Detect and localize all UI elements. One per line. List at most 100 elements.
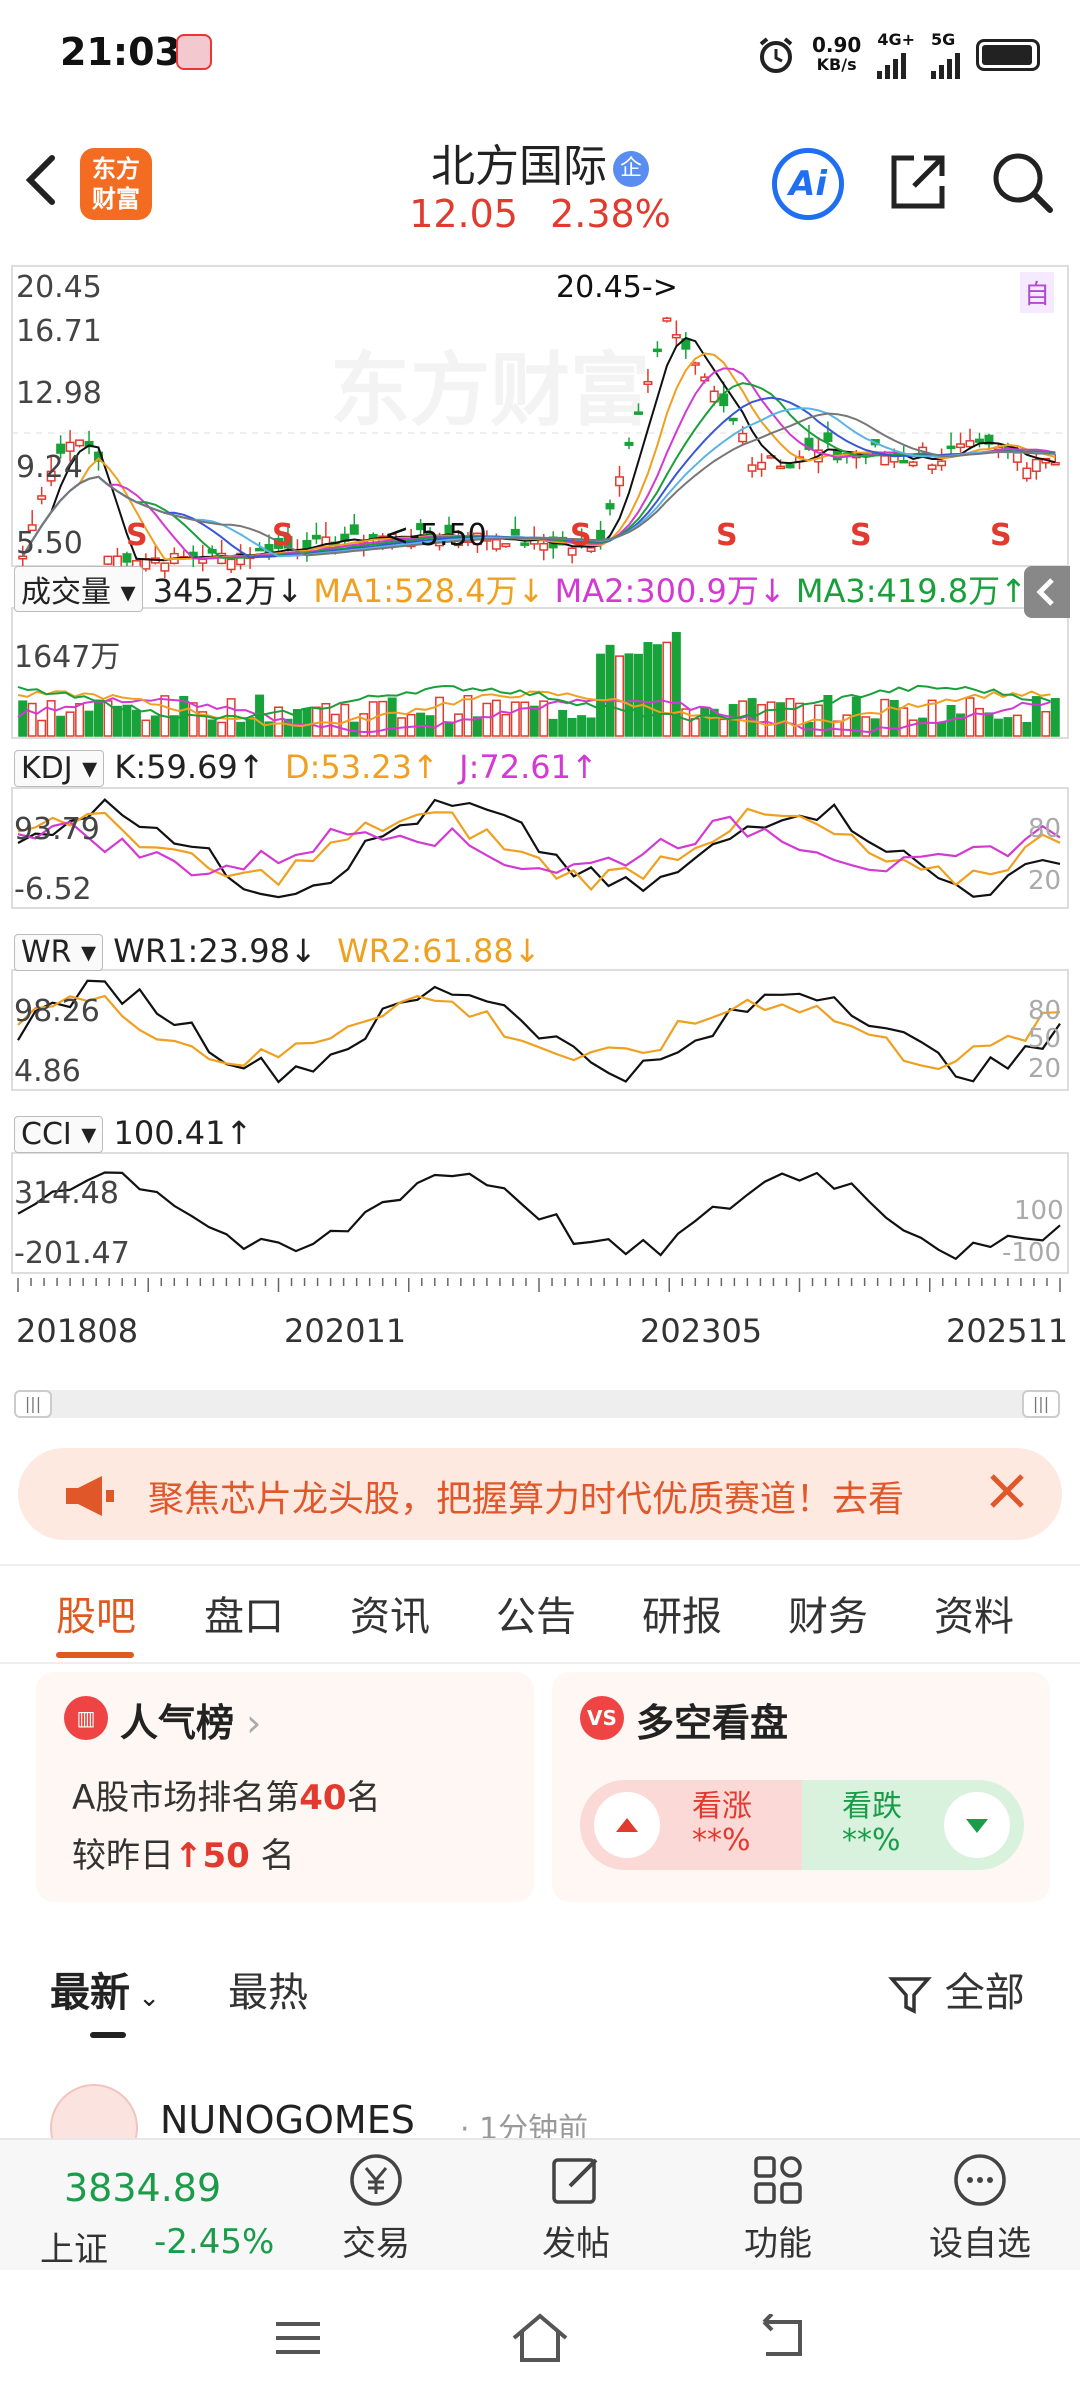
kdj-ref-80: 80 <box>1028 814 1062 844</box>
wr-axis-max: 98.26 <box>14 994 100 1029</box>
volume-bar <box>94 700 104 737</box>
delta-value: 50 <box>202 1836 250 1876</box>
candle-body <box>946 445 956 450</box>
search-icon[interactable] <box>988 148 1056 216</box>
chart-range-scrollbar[interactable]: ||| ||| <box>14 1390 1060 1418</box>
post-item[interactable]: NUNOGOMES · 1分钟前 <box>0 2080 1080 2140</box>
volume-bar <box>169 715 179 737</box>
kdj-indicator-select[interactable]: KDJ ▾ <box>14 750 105 787</box>
signal-s-2: S <box>272 518 294 553</box>
index-change: -2.45% <box>154 2222 275 2262</box>
filter-icon <box>888 1977 932 2014</box>
candle-body <box>75 439 85 447</box>
candle-body <box>491 539 501 550</box>
chart-canvas[interactable]: 东方财富 <box>0 248 1080 1388</box>
range-handle-right[interactable]: ||| <box>1022 1390 1060 1418</box>
post-username[interactable]: NUNOGOMES <box>160 2098 415 2140</box>
candle-body <box>643 380 653 386</box>
vote-down-button[interactable]: 看跌 **% <box>802 1780 1024 1870</box>
volume-indicator-select[interactable]: 成交量 ▾ <box>14 566 143 612</box>
tab-profile[interactable]: 资料 <box>934 1584 1014 1642</box>
kline-chart[interactable]: 东方财富 20.45 16.71 12.98 9.24 5.50 20.45->… <box>0 248 1080 1398</box>
candle-body <box>311 534 321 540</box>
back-nav-icon[interactable] <box>750 2314 810 2362</box>
tab-research[interactable]: 研报 <box>642 1584 722 1642</box>
tab-announcements[interactable]: 公告 <box>496 1584 576 1642</box>
candle-body <box>349 524 359 535</box>
share-icon[interactable] <box>884 148 952 216</box>
volume-ma2: MA2:300.9万↓ <box>554 572 786 610</box>
filter-latest[interactable]: 最新 ⌄ <box>50 1960 160 2018</box>
time-label-2: 202011 <box>284 1312 407 1350</box>
wr-ref-20: 20 <box>1028 1054 1062 1084</box>
volume-bar <box>529 705 539 737</box>
home-icon[interactable] <box>508 2310 572 2366</box>
volume-bar <box>453 713 463 737</box>
tab-finance[interactable]: 财务 <box>788 1584 868 1642</box>
menu-icon[interactable] <box>270 2316 326 2360</box>
volume-bar <box>1031 696 1041 737</box>
volume-bar <box>548 718 558 737</box>
net-speed-unit: KB/s <box>816 54 857 74</box>
banner-text: 聚焦芯片龙头股，把握算力时代优质赛道！去看 <box>148 1479 905 1520</box>
time-label-1: 201808 <box>16 1312 139 1350</box>
add-watchlist-button[interactable]: 设自选 <box>910 2150 1050 2265</box>
post-button[interactable]: 发帖 <box>506 2150 646 2265</box>
low-annotation: <-5.50 <box>384 518 487 553</box>
ai-button[interactable]: Ai <box>772 148 844 220</box>
signal-icon-2 <box>931 49 960 79</box>
volume-bar <box>633 653 643 737</box>
volume-bar <box>150 715 160 737</box>
candle-body <box>624 441 634 446</box>
volume-bar <box>302 708 312 737</box>
candle-body <box>747 464 757 472</box>
cci-ref-neg100: -100 <box>1002 1238 1062 1268</box>
collapse-panel-button[interactable] <box>1024 566 1070 618</box>
net-type-2: 5G <box>931 30 956 49</box>
stock-price: 12.05 <box>409 192 518 236</box>
tab-pankou[interactable]: 盘口 <box>204 1584 284 1642</box>
candle-body <box>37 495 47 500</box>
volume-bar <box>719 718 729 737</box>
wr-indicator-select[interactable]: WR ▾ <box>14 934 104 971</box>
tab-guba[interactable]: 股吧 <box>56 1584 136 1642</box>
promo-banner[interactable]: 聚焦芯片龙头股，把握算力时代优质赛道！去看 <box>18 1448 1062 1540</box>
volume-bar <box>624 653 634 737</box>
tab-news[interactable]: 资讯 <box>350 1584 430 1642</box>
trade-button[interactable]: 交易 <box>306 2150 446 2265</box>
rank-suffix: 名 <box>346 1778 381 1818</box>
candle-body <box>652 348 662 353</box>
candle-body <box>728 417 738 422</box>
price-axis-4: 9.24 <box>16 450 83 485</box>
popularity-card[interactable]: ▥ 人气榜 › A股市场排名第40名 较昨日↑50 名 <box>36 1672 534 1902</box>
signal-s-5: S <box>850 518 872 553</box>
candle-body <box>899 459 909 464</box>
volume-bar <box>700 707 710 737</box>
volume-bar <box>1003 717 1013 737</box>
rank-delta-line: 较昨日↑50 名 <box>72 1828 295 1877</box>
avatar[interactable] <box>50 2084 138 2140</box>
range-handle-left[interactable]: ||| <box>14 1390 52 1418</box>
filter-hot[interactable]: 最热 <box>228 1960 308 2018</box>
volume-bar <box>463 694 473 737</box>
volume-bar <box>112 705 122 737</box>
vote-up-text: 看涨 **% <box>692 1790 752 1858</box>
rank-line: A股市场排名第40名 <box>72 1770 381 1819</box>
vote-up-button[interactable]: 看涨 **% <box>580 1780 802 1870</box>
candle-body <box>671 334 681 339</box>
filter-all-button[interactable]: 全部 <box>888 1960 1025 2018</box>
kdj-axis-max: 93.79 <box>14 812 100 847</box>
cci-indicator-select[interactable]: CCI ▾ <box>14 1116 104 1153</box>
function-button[interactable]: 功能 <box>708 2150 848 2265</box>
volume-bar <box>757 703 767 737</box>
banner-close-button[interactable] <box>982 1466 1032 1528</box>
candle-body <box>633 411 643 415</box>
long-short-card[interactable]: VS 多空看盘 看涨 **% 看跌 **% <box>552 1672 1050 1902</box>
bottom-toolbar: 3834.89 上证 -2.45% 交易 发帖 功能 设自选 <box>0 2138 1080 2270</box>
rank-value: 40 <box>299 1778 347 1818</box>
feed-filter-row: 最新 ⌄ 最热 全部 <box>0 1950 1080 2038</box>
price-axis-max: 20.45 <box>16 270 102 305</box>
candle-body <box>662 317 672 322</box>
volume-value: 345.2万↓ <box>152 572 304 610</box>
stock-name: 北方国际 <box>431 141 607 192</box>
